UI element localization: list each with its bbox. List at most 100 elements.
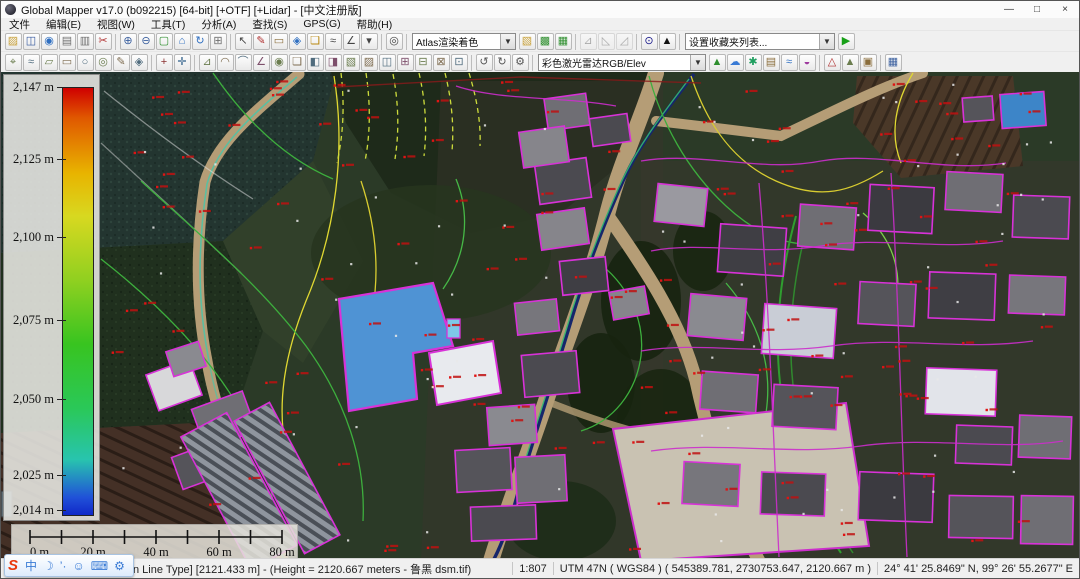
minimize-button[interactable]: —: [995, 1, 1023, 18]
terrain-shader-button[interactable]: ▩: [537, 33, 554, 50]
chevron-down-icon[interactable]: ▼: [819, 34, 834, 49]
create-point-button[interactable]: ⌖: [5, 54, 22, 71]
lidar-grid-button[interactable]: ▦: [885, 54, 902, 71]
favorites-select-value: 设置收藏夹列表...: [686, 34, 819, 49]
lidar-buildings-button[interactable]: ▤: [763, 54, 780, 71]
add-vertex-button[interactable]: +: [156, 54, 173, 71]
building: [700, 371, 759, 413]
building: [1018, 415, 1071, 459]
shader-options-button[interactable]: ▧: [519, 33, 536, 50]
shader-select[interactable]: Atlas渲染着色▼: [412, 33, 516, 50]
overlay-control-button[interactable]: ❏: [307, 33, 324, 50]
measure-tool-button[interactable]: ▭: [271, 33, 288, 50]
ime-moon-icon[interactable]: ☽: [43, 560, 54, 572]
open-online-data-button[interactable]: ◉: [41, 33, 58, 50]
unload-all-button[interactable]: ✂: [95, 33, 112, 50]
control-center-button[interactable]: ▥: [77, 33, 94, 50]
redo-button[interactable]: ↻: [494, 54, 511, 71]
building: [514, 299, 559, 335]
search-binoculars-button[interactable]: ◎: [386, 33, 403, 50]
lidar-point-cloud-button[interactable]: ☁: [727, 54, 744, 71]
edit-attributes-button[interactable]: ◉: [271, 54, 288, 71]
mirror-feature-button[interactable]: ◫: [379, 54, 396, 71]
scale-feature-button[interactable]: ▨: [361, 54, 378, 71]
chevron-down-icon[interactable]: ▼: [500, 34, 515, 49]
3d-view-button[interactable]: ⊞: [210, 33, 227, 50]
legend-elevation-label: 2,075 m: [13, 313, 54, 328]
legend-label-row: 2,050 m: [4, 392, 66, 407]
create-buffer-button[interactable]: ◈: [131, 54, 148, 71]
more-tools-dropdown-button[interactable]: ▾: [361, 33, 378, 50]
full-extent-button[interactable]: ▢: [156, 33, 173, 50]
building: [858, 282, 916, 327]
zoom-out-button[interactable]: ⊖: [138, 33, 155, 50]
close-button[interactable]: ×: [1051, 1, 1079, 18]
edit-tool-button: ⊿: [580, 33, 597, 50]
digitizer-settings-button[interactable]: ⚙: [512, 54, 529, 71]
create-text-button[interactable]: ✎: [113, 54, 130, 71]
digitizer-tool-button[interactable]: ✎: [253, 33, 270, 50]
pan-select-button[interactable]: ↖: [235, 33, 252, 50]
grid-tool-button[interactable]: ⊞: [397, 54, 414, 71]
feature-info-button[interactable]: ◈: [289, 33, 306, 50]
cut-feature-button[interactable]: ◧: [307, 54, 324, 71]
ime-wrench-icon[interactable]: ⚙: [114, 560, 125, 572]
create-rectangle-button[interactable]: ▭: [59, 54, 76, 71]
view-angle-button[interactable]: ∠: [343, 33, 360, 50]
move-vertex-button[interactable]: ✛: [174, 54, 191, 71]
sogou-logo-icon[interactable]: S: [8, 557, 18, 574]
ime-punctuation-icon[interactable]: ’·: [60, 560, 67, 572]
ime-keyboard-icon[interactable]: ⌨: [91, 560, 108, 572]
favorites-select[interactable]: 设置收藏夹列表...▼: [685, 33, 835, 50]
gps-target-button[interactable]: ⊙: [641, 33, 658, 50]
lidar-draw-mode-select[interactable]: 彩色激光雷达RGB/Elev▼: [538, 54, 706, 71]
move-tool-button: ◺: [598, 33, 615, 50]
lidar-filter-button[interactable]: ▣: [860, 54, 877, 71]
open-data-file-button[interactable]: ▤: [59, 33, 76, 50]
save-workspace-button[interactable]: ◫: [23, 33, 40, 50]
scale-bar-label: 80 m: [269, 545, 295, 559]
copy-feature-button[interactable]: ❏: [289, 54, 306, 71]
create-line-button[interactable]: ≈: [23, 54, 40, 71]
toolbar-separator: [406, 34, 407, 50]
join-lines-button[interactable]: ◠: [217, 54, 234, 71]
maximize-button[interactable]: □: [1023, 1, 1051, 18]
lidar-classify-button[interactable]: ▲: [842, 54, 859, 71]
north-arrow-button[interactable]: ▲: [659, 33, 676, 50]
rotate-feature-button[interactable]: ▧: [343, 54, 360, 71]
scale-bar-label: 60 m: [206, 545, 232, 559]
open-file-button[interactable]: ▨: [5, 33, 22, 50]
lidar-ground-button[interactable]: ▲: [709, 54, 726, 71]
map-canvas[interactable]: 2,147 m2,125 m2,100 m2,075 m2,050 m2,025…: [1, 72, 1080, 561]
run-favorite-button[interactable]: ▶: [838, 33, 855, 50]
restore-feature-button[interactable]: ⊡: [451, 54, 468, 71]
path-profile-button[interactable]: ≈: [325, 33, 342, 50]
lidar-water-button[interactable]: ≈: [781, 54, 798, 71]
paste-feature-button[interactable]: ◨: [325, 54, 342, 71]
create-circle-button[interactable]: ○: [77, 54, 94, 71]
split-line-button[interactable]: ⊿: [199, 54, 216, 71]
remove-tool-button[interactable]: ⊟: [415, 54, 432, 71]
ime-lang-toggle[interactable]: 中: [25, 560, 37, 572]
create-range-ring-button[interactable]: ◎: [95, 54, 112, 71]
lidar-profile-button[interactable]: △: [824, 54, 841, 71]
undo-button[interactable]: ↺: [476, 54, 493, 71]
zoom-in-button[interactable]: ⊕: [120, 33, 137, 50]
building: [589, 113, 631, 146]
ime-emoji-icon[interactable]: ☺: [72, 560, 84, 572]
building: [760, 472, 825, 516]
delete-feature-button[interactable]: ⊠: [433, 54, 450, 71]
lidar-vegetation-button[interactable]: ✱: [745, 54, 762, 71]
lidar-color-button[interactable]: ◒: [799, 54, 816, 71]
menu-item-6[interactable]: GPS(G): [295, 18, 348, 30]
smooth-line-button[interactable]: ⌒: [235, 54, 252, 71]
measure-angle-button[interactable]: ∠: [253, 54, 270, 71]
water-shader-button[interactable]: ▦: [555, 33, 572, 50]
window-title: Global Mapper v17.0 (b092215) [64-bit] […: [21, 2, 995, 18]
home-view-button[interactable]: ⌂: [174, 33, 191, 50]
legend-tick: [57, 475, 66, 476]
refresh-view-button[interactable]: ↻: [192, 33, 209, 50]
chevron-down-icon[interactable]: ▼: [690, 55, 705, 70]
building: [868, 184, 934, 233]
create-area-button[interactable]: ▱: [41, 54, 58, 71]
